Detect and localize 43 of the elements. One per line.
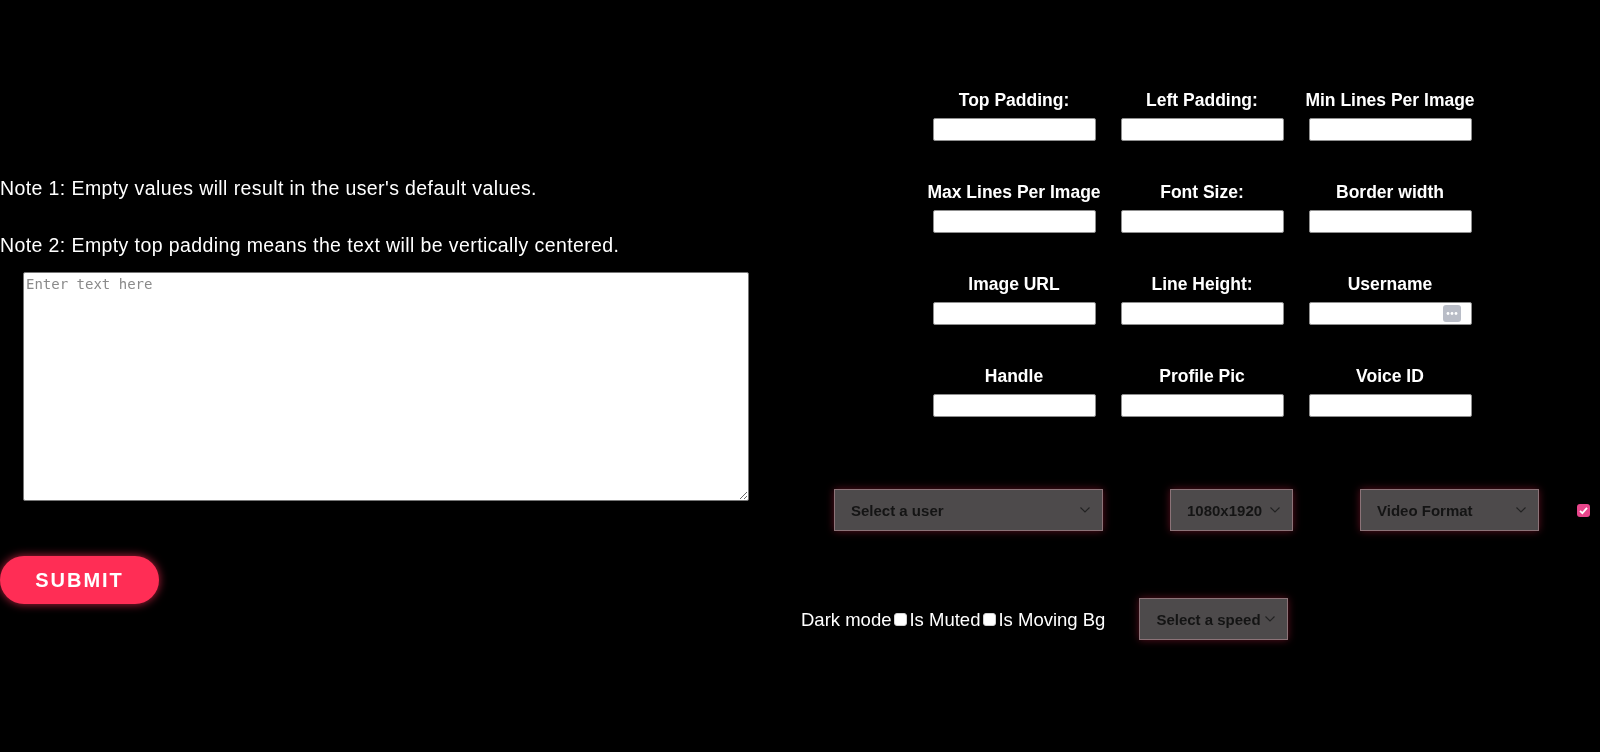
checkbox[interactable]	[983, 612, 997, 626]
field-label: Handle	[984, 366, 1044, 386]
field-label: Image URL	[968, 274, 1060, 294]
field-label: Username	[1347, 274, 1433, 294]
text-field[interactable]	[1120, 210, 1284, 233]
text-field[interactable]	[1308, 394, 1472, 417]
text-field[interactable]	[1308, 118, 1472, 141]
text-field[interactable]	[1120, 118, 1284, 141]
field-label: Border width	[1336, 182, 1444, 202]
text-field[interactable]	[932, 118, 1096, 141]
dropdown[interactable]: Video Format	[1360, 489, 1539, 531]
text-field[interactable]	[932, 394, 1096, 417]
text-field[interactable]	[932, 302, 1096, 325]
checkbox-label: Is Moving Bg	[998, 608, 1106, 630]
checkbox-label: Is Muted	[909, 608, 981, 630]
checkbox-label: Dark mode	[801, 608, 892, 630]
text-field[interactable]	[1120, 394, 1284, 417]
chevron-down-icon	[1270, 507, 1280, 513]
field-label: Voice ID	[1356, 366, 1424, 386]
note-text: Note 2: Empty top padding means the text will be vertically centered.	[0, 234, 621, 256]
checkbox[interactable]	[894, 612, 908, 626]
submit-button[interactable]: SUBMIT	[0, 556, 159, 604]
field-label: Min Lines Per Image	[1305, 90, 1475, 110]
text-area[interactable]: Enter text here	[23, 272, 749, 501]
text-field[interactable]	[1308, 302, 1472, 325]
text-field[interactable]	[1308, 210, 1472, 233]
chevron-down-icon	[1265, 616, 1276, 622]
chevron-down-icon	[1516, 507, 1526, 513]
field-label: Font Size:	[1160, 182, 1244, 202]
note-text: Note 1: Empty values will result in the user's default values.	[0, 177, 538, 199]
field-label: Top Padding:	[958, 90, 1070, 110]
dropdown[interactable]: Select a speed	[1139, 598, 1289, 640]
field-label: Line Height:	[1151, 274, 1253, 294]
text-field[interactable]	[932, 210, 1096, 233]
field-label: Max Lines Per Image	[927, 182, 1101, 202]
text-field[interactable]	[1120, 302, 1284, 325]
field-label: Left Padding:	[1146, 90, 1258, 110]
chevron-down-icon	[1080, 507, 1090, 513]
dropdown[interactable]: 1080x1920	[1170, 489, 1293, 531]
ellipsis-icon[interactable]	[1442, 305, 1461, 322]
dropdown[interactable]: Select a user	[834, 489, 1103, 531]
checkbox[interactable]	[1577, 503, 1590, 517]
field-label: Profile Pic	[1159, 366, 1245, 386]
